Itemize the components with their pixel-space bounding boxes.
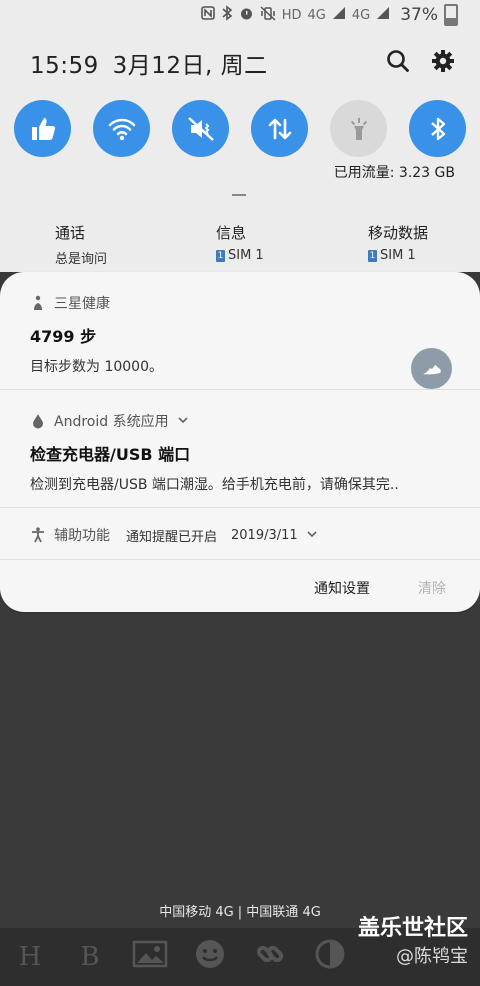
clear-button[interactable]: 清除: [418, 578, 446, 598]
emoji-icon[interactable]: [180, 938, 240, 977]
accessibility-icon: [30, 527, 46, 543]
battery-icon: [444, 4, 458, 26]
date-time: 15:59 3月12日, 周二: [30, 46, 268, 80]
sim-item-title: 通话: [55, 224, 86, 242]
sim-badge: 1: [368, 249, 377, 262]
quick-settings: [14, 100, 466, 157]
notification-settings-button[interactable]: 通知设置: [314, 578, 370, 598]
bluetooth-icon: [430, 117, 445, 140]
notification-title: 4799 步: [30, 327, 97, 346]
status-bar: HD 4G 4G 37%: [0, 0, 480, 30]
time: 15:59: [30, 53, 99, 79]
quick-tile-bluetooth[interactable]: [409, 100, 466, 157]
data-usage[interactable]: 已用流量: 3.23 GB: [334, 162, 455, 182]
hd-label: HD: [281, 7, 302, 23]
notification-list: 三星健康 4799 步 目标步数为 10000。 Android 系统应用 检查…: [0, 272, 480, 612]
sim-item-sub-wrap: 1 SIM 1: [216, 248, 264, 263]
drag-handle[interactable]: [232, 194, 246, 196]
sim-item-sub: SIM 1: [228, 248, 264, 263]
flashlight-icon: [350, 117, 367, 140]
watermark-user: @陈鸨宝: [396, 946, 468, 967]
battery-percent: 37%: [400, 5, 438, 25]
wifi-icon: [108, 118, 135, 140]
quick-tile-flashlight[interactable]: [330, 100, 387, 157]
notification-android[interactable]: Android 系统应用 检查充电器/USB 端口 检测到充电器/USB 端口潮…: [30, 411, 480, 507]
sim-item-sub-wrap: 1 SIM 1: [368, 248, 428, 263]
app-name: 三星健康: [54, 296, 110, 312]
notification-status: 通知提醒已开启: [126, 529, 218, 545]
vibrate-icon: [187, 116, 214, 141]
divider: [0, 559, 480, 560]
sim-badge: 1: [216, 249, 225, 262]
notification-title: 检查充电器/USB 端口: [30, 445, 191, 464]
quick-tile-vibrate[interactable]: [172, 100, 229, 157]
watermark-site: 盖乐世社区: [357, 916, 468, 941]
bluetooth-status-icon: [221, 5, 233, 25]
notification-accessibility[interactable]: 辅助功能 通知提醒已开启 2019/3/11: [30, 525, 480, 545]
quick-tile-mobile-data[interactable]: [251, 100, 308, 157]
sim-item-title: 移动数据: [368, 224, 429, 242]
sim-item-messages[interactable]: 信息 1 SIM 1: [216, 222, 264, 263]
chevron-down-icon[interactable]: [177, 413, 189, 429]
sim-item-sub-wrap: 总是询问: [55, 248, 107, 267]
link-icon[interactable]: [240, 938, 300, 977]
search-icon[interactable]: [385, 48, 411, 74]
quick-tile-wifi[interactable]: [93, 100, 150, 157]
contrast-icon[interactable]: [300, 938, 360, 977]
signal-1-label: 4G: [307, 7, 326, 23]
app-header: 辅助功能 通知提醒已开启 2019/3/11: [30, 525, 480, 545]
quick-tile-thumbs-up[interactable]: [14, 100, 71, 157]
signal-1-icon: [332, 6, 346, 24]
notification-actions: 通知设置 清除: [314, 578, 446, 598]
sim-item-calls[interactable]: 通话 总是询问: [55, 222, 107, 267]
notification-body: 检测到充电器/USB 端口潮湿。给手机充电前，请确保其完..: [30, 477, 399, 493]
chevron-down-icon[interactable]: [306, 527, 318, 543]
notification-health[interactable]: 三星健康 4799 步 目标步数为 10000。: [0, 293, 480, 389]
thumbs-up-icon: [31, 117, 55, 140]
heading-button[interactable]: H: [0, 942, 60, 972]
mobile-data-icon: [268, 118, 291, 139]
sim-item-sub: 总是询问: [55, 252, 108, 267]
gear-icon[interactable]: [430, 48, 456, 74]
app-header: 三星健康: [30, 293, 163, 313]
signal-2-icon: [376, 6, 390, 24]
date: 3月12日, 周二: [112, 53, 268, 79]
shoe-icon: [422, 364, 441, 374]
image-icon[interactable]: [120, 939, 180, 976]
health-app-icon: [30, 295, 46, 311]
alarm-icon: [239, 6, 254, 25]
sim-item-mobile-data[interactable]: 移动数据 1 SIM 1: [368, 222, 428, 263]
sim-item-title: 信息: [216, 224, 247, 242]
vibrate-status-icon: [260, 5, 276, 25]
divider: [0, 389, 480, 390]
nfc-icon: [200, 6, 215, 24]
notification-body: 目标步数为 10000。: [30, 359, 163, 375]
bold-button[interactable]: B: [60, 942, 120, 972]
app-name: 辅助功能: [54, 528, 110, 544]
divider: [0, 507, 480, 508]
sim-item-sub: SIM 1: [380, 248, 416, 263]
app-header: Android 系统应用: [30, 411, 480, 431]
water-drop-icon: [30, 413, 46, 429]
shoe-action-button[interactable]: [411, 348, 452, 389]
notification-date: 2019/3/11: [231, 527, 298, 543]
app-name: Android 系统应用: [54, 414, 169, 430]
signal-2-label: 4G: [351, 7, 371, 23]
